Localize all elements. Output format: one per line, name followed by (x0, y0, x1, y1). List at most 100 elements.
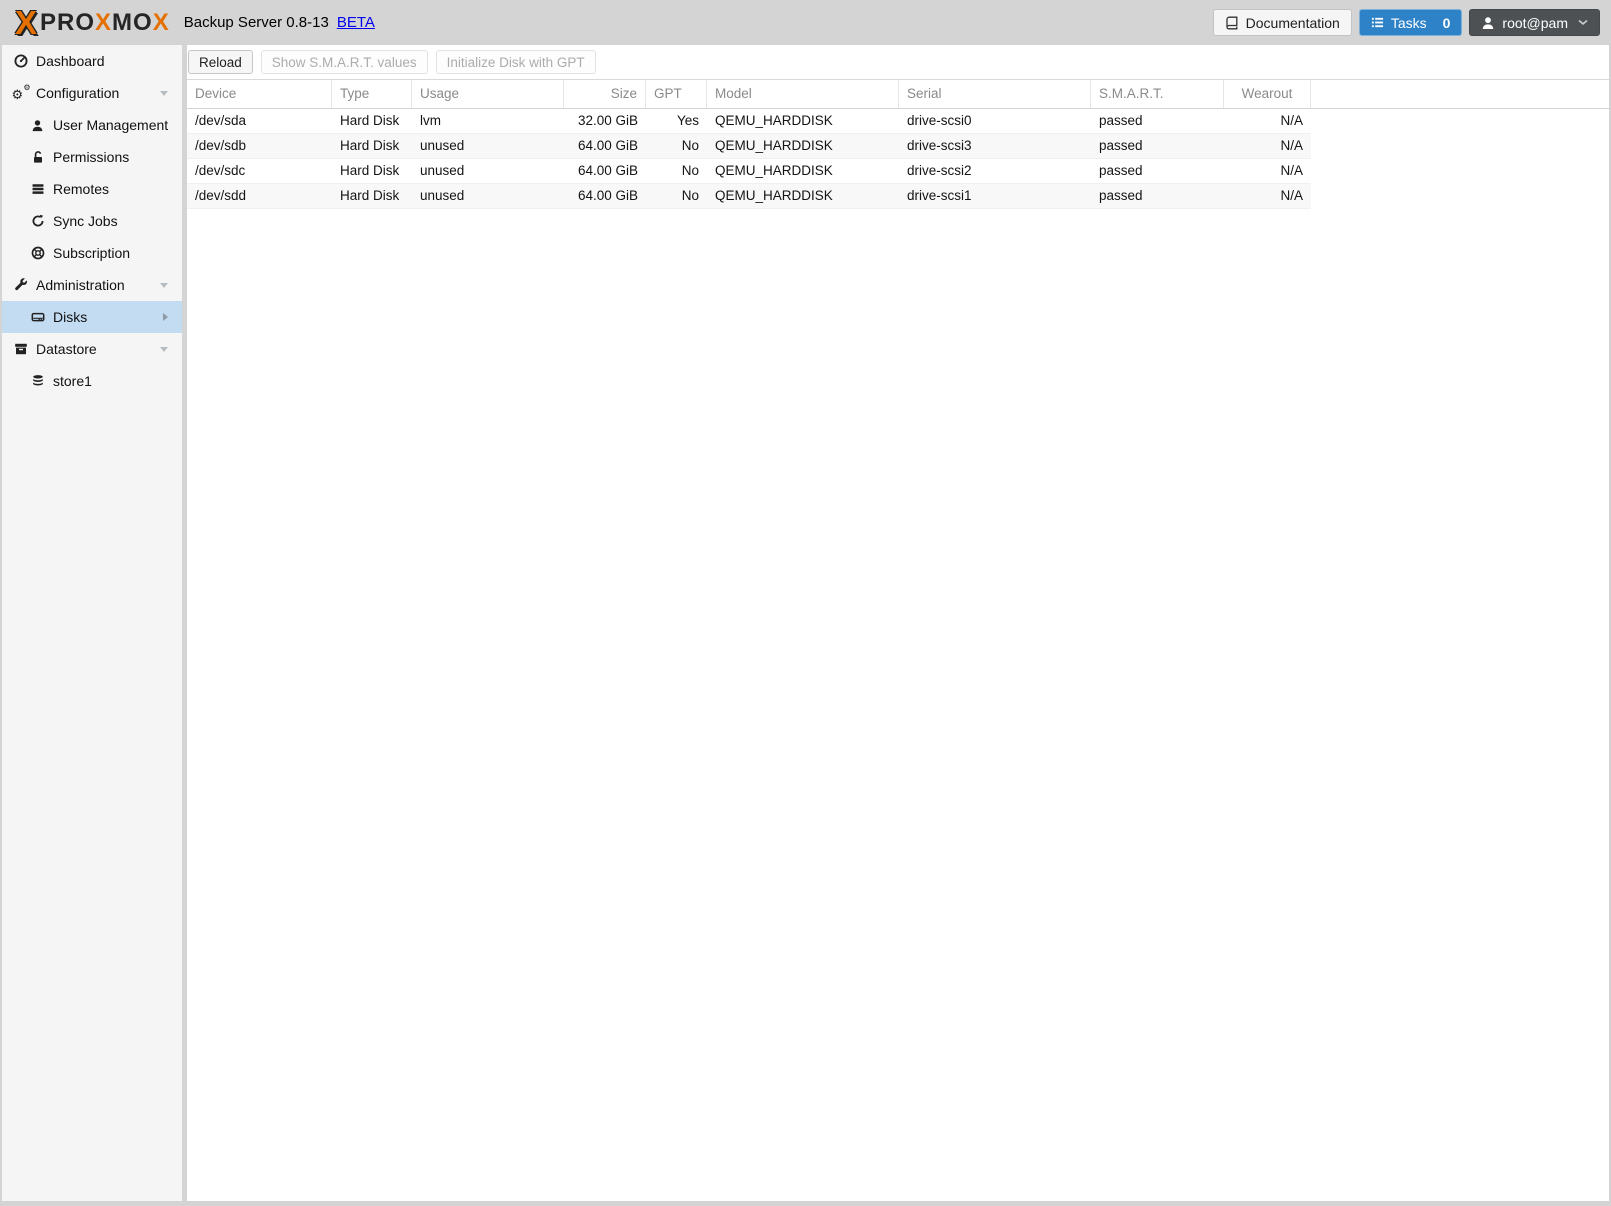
column-header-type[interactable]: Type (332, 80, 412, 108)
cell-gpt: No (681, 163, 699, 178)
cell-gpt: Yes (676, 113, 699, 128)
database-icon (29, 374, 46, 388)
column-header-model[interactable]: Model (707, 80, 899, 108)
column-header-wearout[interactable]: Wearout (1224, 80, 1311, 108)
column-header-size[interactable]: Size (564, 80, 646, 108)
cell-model: QEMU_HARDDISK (715, 163, 833, 178)
proxmox-logo-mark: X (15, 4, 38, 41)
proxmox-logo: X PROXMOX (15, 6, 170, 39)
sidebar-item-configuration[interactable]: ⚙ ⚙ Configuration (2, 77, 182, 109)
dashboard-icon (12, 54, 29, 68)
cell-size: 64.00 GiB (577, 163, 638, 178)
user-menu-label: root@pam (1502, 14, 1568, 31)
sidebar-item-disks[interactable]: Disks (2, 301, 182, 333)
sidebar-item-administration[interactable]: Administration (2, 269, 182, 301)
sidebar-item-permissions[interactable]: Permissions (2, 141, 182, 173)
gears-icon: ⚙ ⚙ (11, 82, 31, 103)
sidebar-item-label: Subscription (53, 245, 131, 261)
sidebar-item-dashboard[interactable]: Dashboard (2, 45, 182, 77)
cell-serial: drive-scsi3 (907, 138, 972, 153)
tasks-button[interactable]: Tasks 0 (1358, 9, 1463, 36)
top-bar: X PROXMOX Backup Server 0.8-13 BETA Docu… (0, 0, 1611, 45)
cell-wearout: N/A (1280, 163, 1303, 178)
sidebar-item-label: User Management (53, 117, 169, 133)
sidebar-item-label: Administration (36, 277, 125, 293)
grid-header-filler (1311, 80, 1609, 108)
tasks-label: Tasks (1390, 14, 1427, 31)
column-header-gpt[interactable]: GPT (646, 80, 707, 108)
cell-usage: lvm (420, 113, 441, 128)
chevron-down-icon (1578, 19, 1588, 26)
collapse-arrow-icon[interactable] (160, 282, 168, 288)
cell-gpt: No (681, 188, 699, 203)
show-smart-values-button: Show S.M.A.R.T. values (260, 50, 428, 74)
user-menu-button[interactable]: root@pam (1469, 9, 1600, 36)
user-icon (1481, 16, 1495, 30)
disks-toolbar: Reload Show S.M.A.R.T. values Initialize… (187, 45, 1609, 79)
table-row[interactable]: /dev/sdc Hard Disk unused 64.00 GiB No Q… (187, 159, 1311, 184)
cell-smart: passed (1099, 188, 1143, 203)
sidebar-item-label: store1 (53, 373, 92, 389)
sidebar-item-label: Configuration (36, 85, 120, 101)
task-list-icon (1371, 16, 1384, 29)
cell-type: Hard Disk (340, 138, 400, 153)
collapse-arrow-icon[interactable] (160, 90, 168, 96)
cell-model: QEMU_HARDDISK (715, 113, 833, 128)
cell-size: 64.00 GiB (577, 188, 638, 203)
sync-icon (29, 214, 46, 228)
sidebar-item-label: Disks (53, 309, 88, 325)
cell-size: 32.00 GiB (577, 113, 638, 128)
cell-model: QEMU_HARDDISK (715, 138, 833, 153)
cell-gpt: No (681, 138, 699, 153)
cell-type: Hard Disk (340, 163, 400, 178)
sidebar-item-subscription[interactable]: Subscription (2, 237, 182, 269)
sidebar-item-sync-jobs[interactable]: Sync Jobs (2, 205, 182, 237)
sidebar-item-store1[interactable]: store1 (2, 365, 182, 397)
cell-device: /dev/sda (195, 113, 247, 128)
table-row[interactable]: /dev/sda Hard Disk lvm 32.00 GiB Yes QEM… (187, 109, 1311, 134)
hard-disk-icon (29, 310, 46, 324)
cell-serial: drive-scsi0 (907, 113, 972, 128)
column-header-smart[interactable]: S.M.A.R.T. (1091, 80, 1224, 108)
reload-button[interactable]: Reload (188, 50, 253, 74)
cell-model: QEMU_HARDDISK (715, 188, 833, 203)
documentation-button[interactable]: Documentation (1212, 9, 1352, 36)
sidebar-item-datastore[interactable]: Datastore (2, 333, 182, 365)
sidebar-item-label: Datastore (36, 341, 97, 357)
cell-device: /dev/sdb (195, 138, 247, 153)
user-icon (29, 119, 46, 132)
expand-arrow-icon[interactable] (163, 313, 168, 321)
proxmox-logo-text: PROXMOX (40, 8, 170, 36)
cell-smart: passed (1099, 113, 1143, 128)
cell-serial: drive-scsi1 (907, 188, 972, 203)
life-ring-icon (29, 246, 46, 260)
cell-serial: drive-scsi2 (907, 163, 972, 178)
sidebar-item-label: Sync Jobs (53, 213, 118, 229)
column-header-device[interactable]: Device (187, 80, 332, 108)
cell-wearout: N/A (1280, 113, 1303, 128)
book-icon (1225, 16, 1239, 30)
collapse-arrow-icon[interactable] (160, 346, 168, 352)
sidebar-item-remotes[interactable]: Remotes (2, 173, 182, 205)
navigation-sidebar: Dashboard ⚙ ⚙ Configuration User Manageme… (2, 45, 182, 1201)
beta-link[interactable]: BETA (337, 14, 375, 31)
cell-smart: passed (1099, 138, 1143, 153)
sidebar-item-label: Dashboard (36, 53, 105, 69)
table-row[interactable]: /dev/sdb Hard Disk unused 64.00 GiB No Q… (187, 134, 1311, 159)
cell-wearout: N/A (1280, 188, 1303, 203)
wrench-icon (12, 278, 29, 292)
disks-grid: Device Type Usage Size GPT Model Serial … (187, 79, 1609, 209)
unlock-icon (29, 150, 46, 164)
cell-smart: passed (1099, 163, 1143, 178)
table-row[interactable]: /dev/sdd Hard Disk unused 64.00 GiB No Q… (187, 184, 1311, 209)
grid-body: /dev/sda Hard Disk lvm 32.00 GiB Yes QEM… (187, 109, 1609, 209)
cell-size: 64.00 GiB (577, 138, 638, 153)
sidebar-item-user-management[interactable]: User Management (2, 109, 182, 141)
app-title: Backup Server 0.8-13 (183, 14, 329, 31)
column-header-serial[interactable]: Serial (899, 80, 1091, 108)
column-header-usage[interactable]: Usage (412, 80, 564, 108)
cell-type: Hard Disk (340, 188, 400, 203)
archive-box-icon (12, 342, 29, 356)
cell-usage: unused (420, 188, 465, 203)
sidebar-item-label: Permissions (53, 149, 130, 165)
